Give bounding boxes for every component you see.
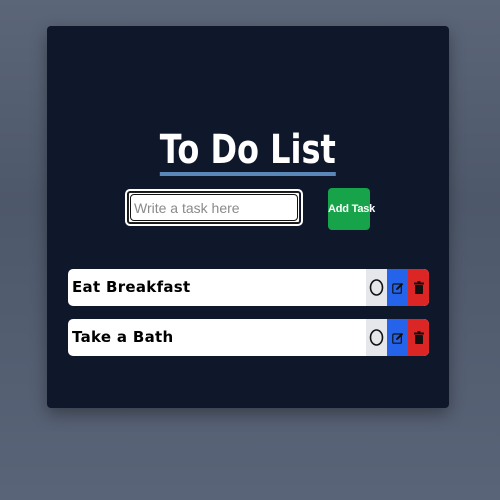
delete-task-button[interactable] bbox=[408, 319, 429, 356]
task-item: Take a Bath bbox=[68, 319, 429, 356]
edit-task-button[interactable] bbox=[387, 319, 408, 356]
trash-icon bbox=[413, 331, 424, 344]
page-title-text: To Do List bbox=[159, 128, 336, 176]
trash-icon bbox=[413, 281, 424, 294]
task-item: Eat Breakfast bbox=[68, 269, 429, 306]
page-title: To Do List bbox=[87, 126, 409, 176]
circle-icon bbox=[369, 328, 384, 347]
task-input-wrapper bbox=[125, 189, 303, 226]
task-label: Take a Bath bbox=[72, 328, 174, 346]
edit-icon bbox=[391, 282, 404, 294]
edit-icon bbox=[391, 332, 404, 344]
edit-task-button[interactable] bbox=[387, 269, 408, 306]
todo-card: To Do List Add Task Eat Breakfast bbox=[47, 26, 449, 408]
task-label: Eat Breakfast bbox=[72, 278, 191, 296]
circle-icon bbox=[369, 278, 384, 297]
complete-task-button[interactable] bbox=[366, 269, 387, 306]
task-input[interactable] bbox=[130, 194, 298, 221]
complete-task-button[interactable] bbox=[366, 319, 387, 356]
delete-task-button[interactable] bbox=[408, 269, 429, 306]
add-task-button[interactable]: Add Task bbox=[328, 188, 375, 230]
